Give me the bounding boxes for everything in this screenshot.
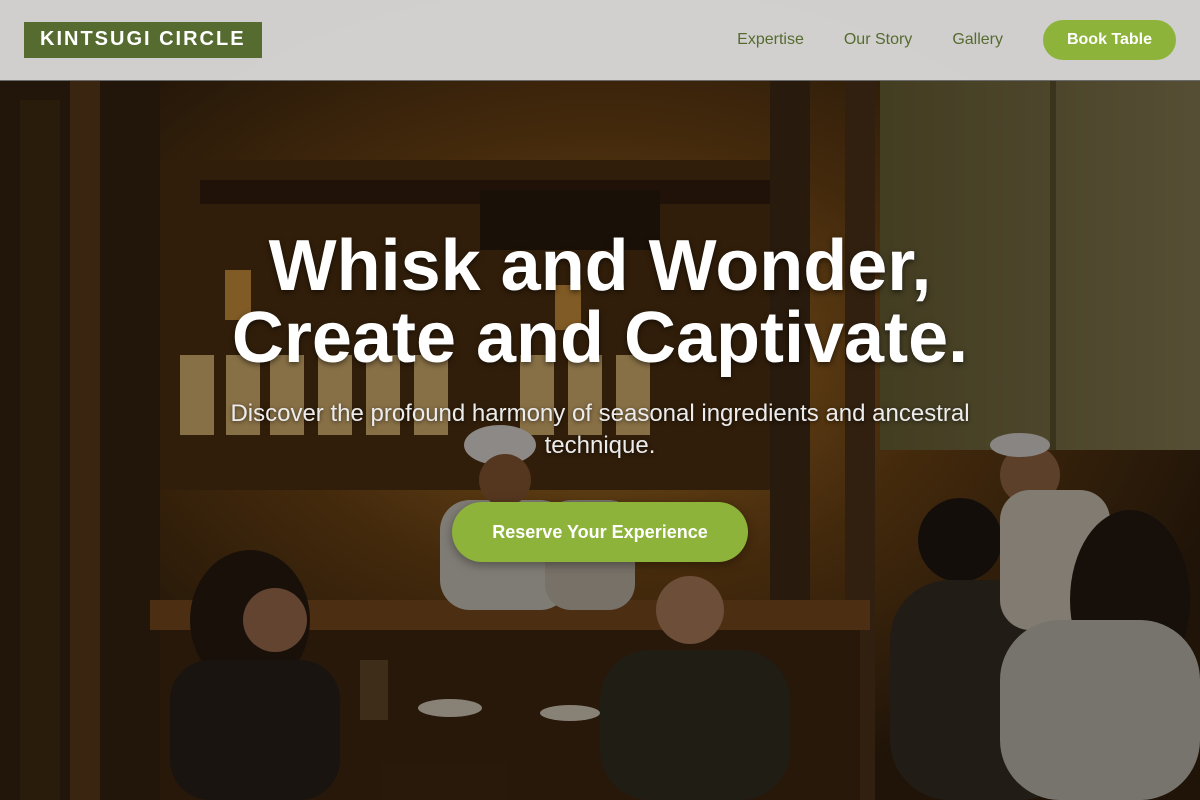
nav-link-our-story[interactable]: Our Story <box>844 31 912 49</box>
book-table-button[interactable]: Book Table <box>1043 20 1176 60</box>
hero-title-line-1: Whisk and Wonder, <box>268 226 932 306</box>
brand-logo[interactable]: KINTSUGI CIRCLE <box>24 22 262 58</box>
hero-section: Whisk and Wonder, Create and Captivate. … <box>0 230 1200 562</box>
hero-subtitle: Discover the profound harmony of seasona… <box>230 400 970 459</box>
nav-link-gallery[interactable]: Gallery <box>952 31 1003 49</box>
top-navbar: KINTSUGI CIRCLE Expertise Our Story Gall… <box>0 0 1200 81</box>
nav-link-expertise[interactable]: Expertise <box>737 31 804 49</box>
reserve-experience-button[interactable]: Reserve Your Experience <box>452 502 748 562</box>
main-nav: Expertise Our Story Gallery Book Table <box>737 20 1176 60</box>
hero-title: Whisk and Wonder, Create and Captivate. <box>0 230 1200 374</box>
hero-title-line-2: Create and Captivate. <box>231 298 969 378</box>
